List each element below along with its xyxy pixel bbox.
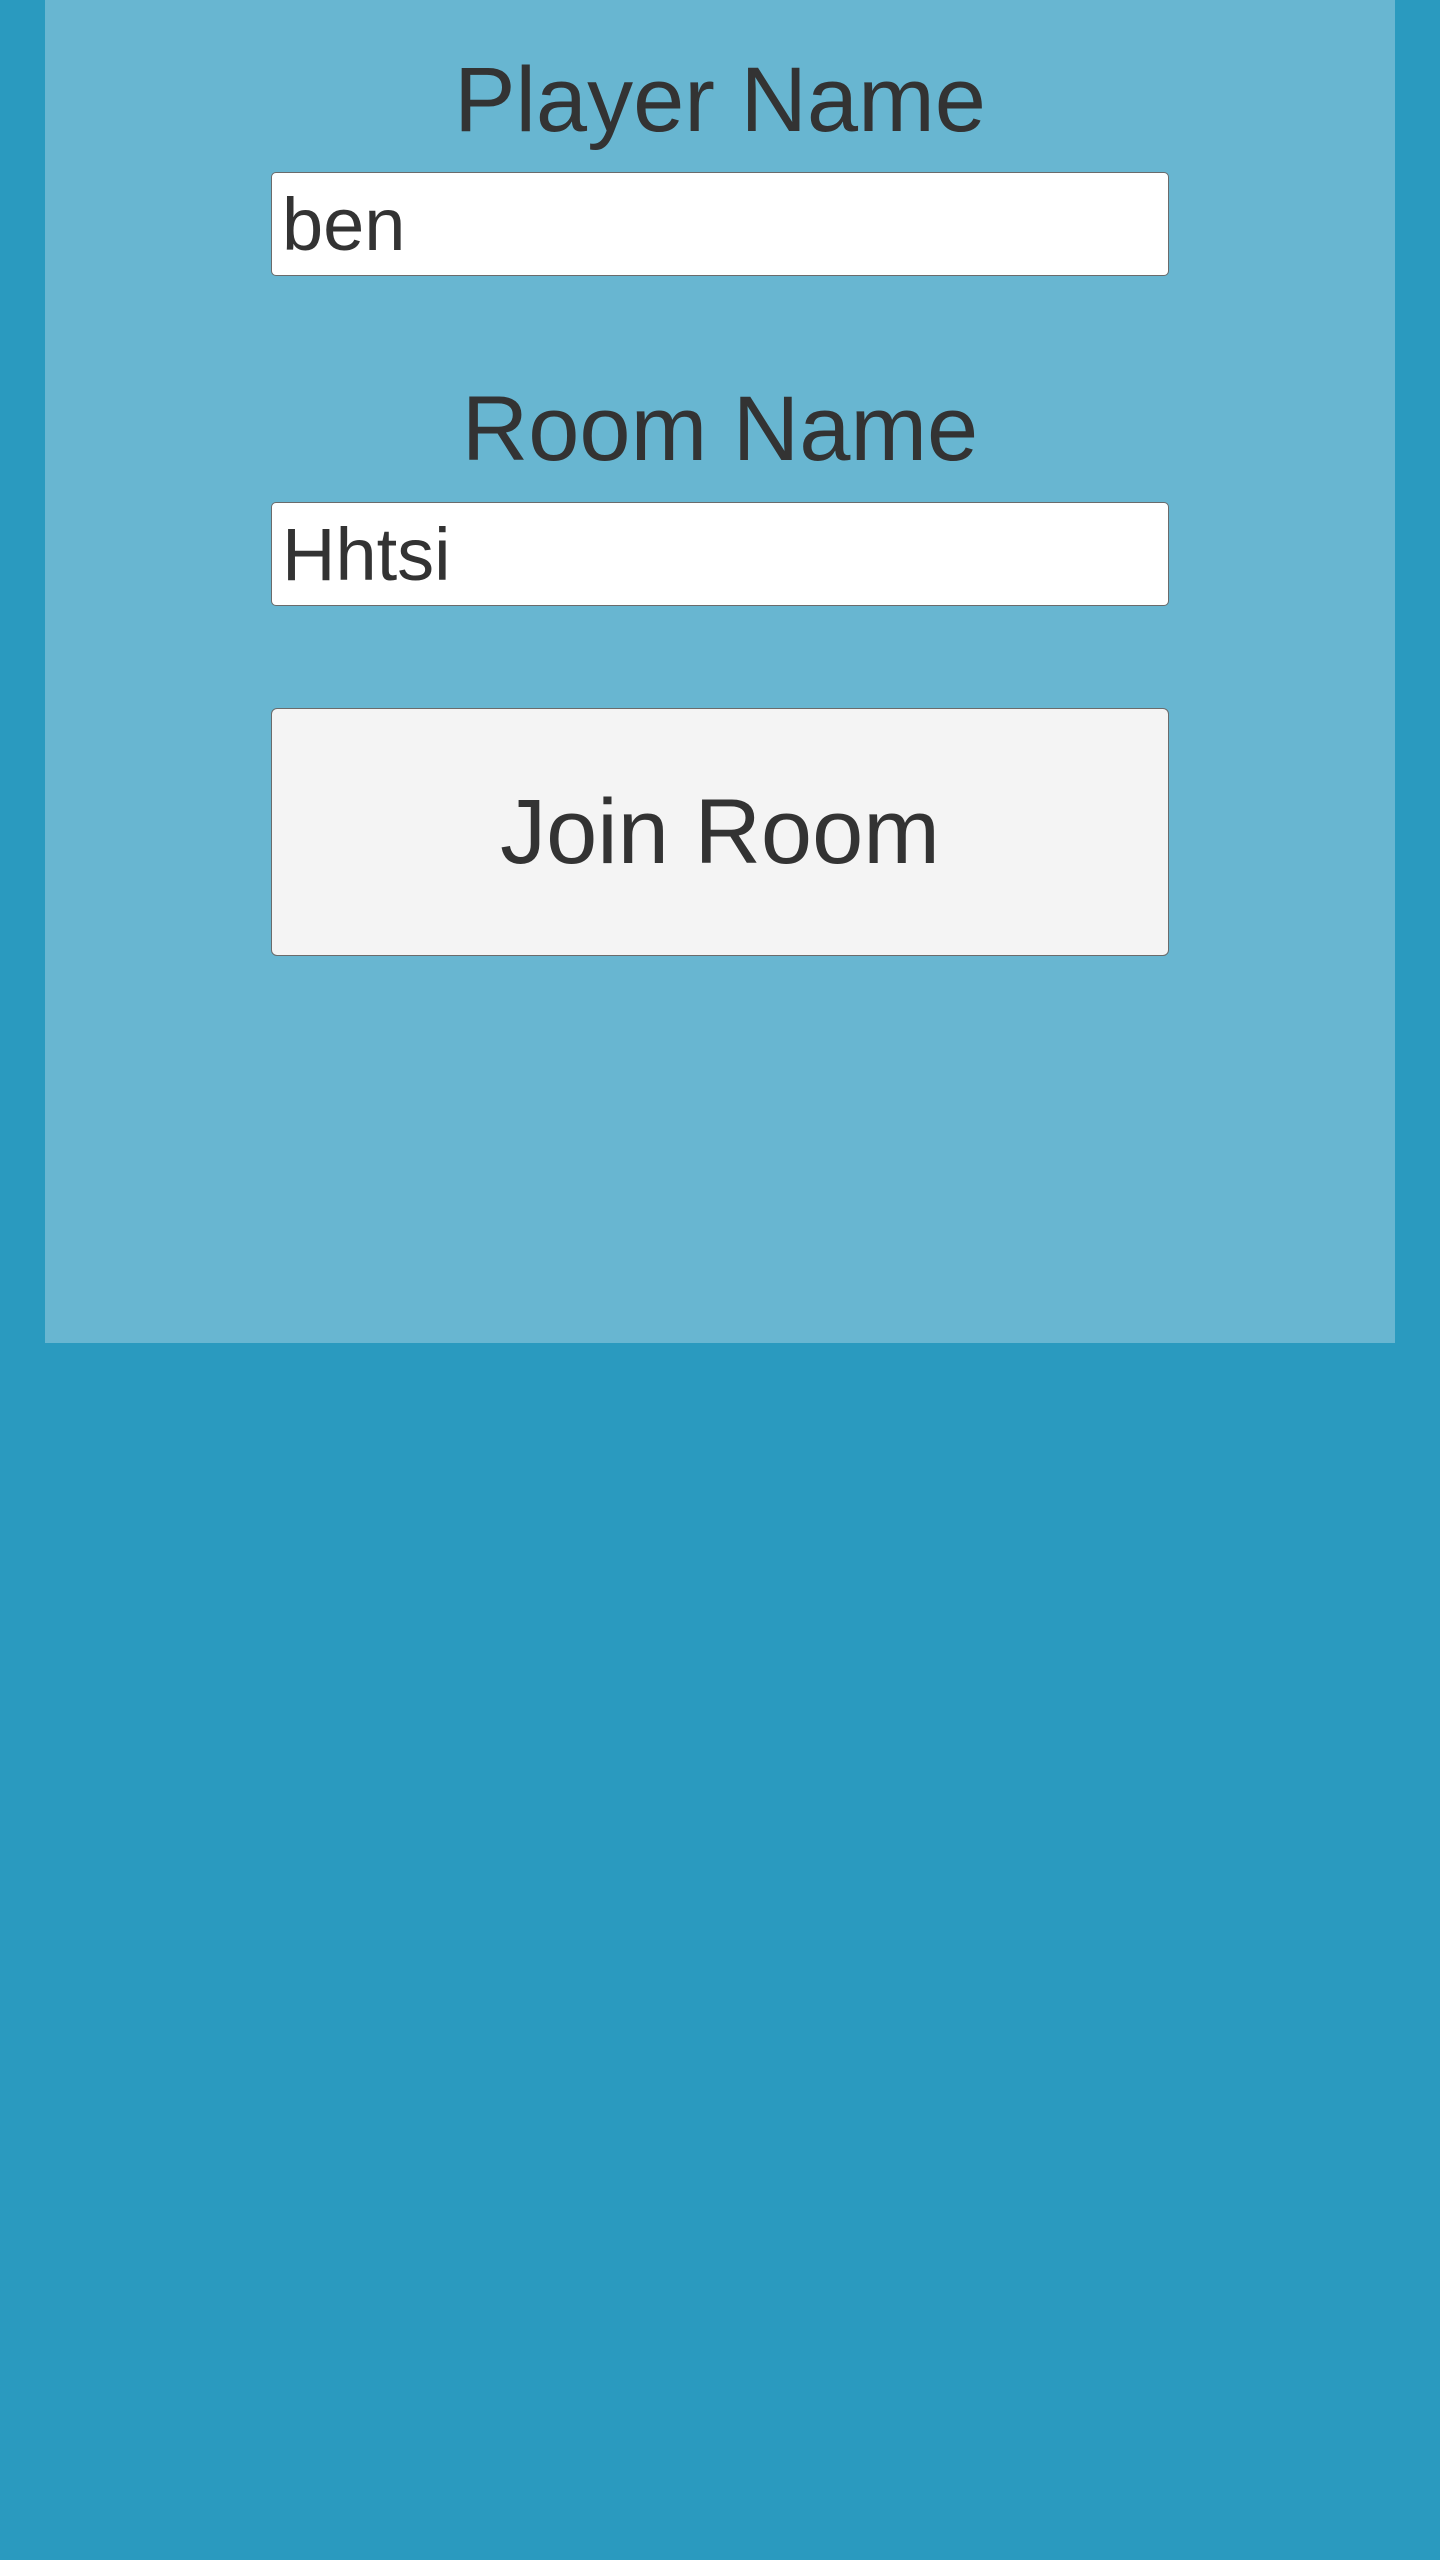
room-name-input[interactable] bbox=[271, 502, 1169, 606]
join-room-button[interactable]: Join Room bbox=[271, 708, 1169, 956]
room-name-label: Room Name bbox=[461, 378, 979, 480]
player-name-label: Player Name bbox=[454, 49, 986, 151]
player-name-input[interactable] bbox=[271, 172, 1169, 276]
join-room-panel: Player Name Room Name Join Room bbox=[45, 0, 1395, 1343]
